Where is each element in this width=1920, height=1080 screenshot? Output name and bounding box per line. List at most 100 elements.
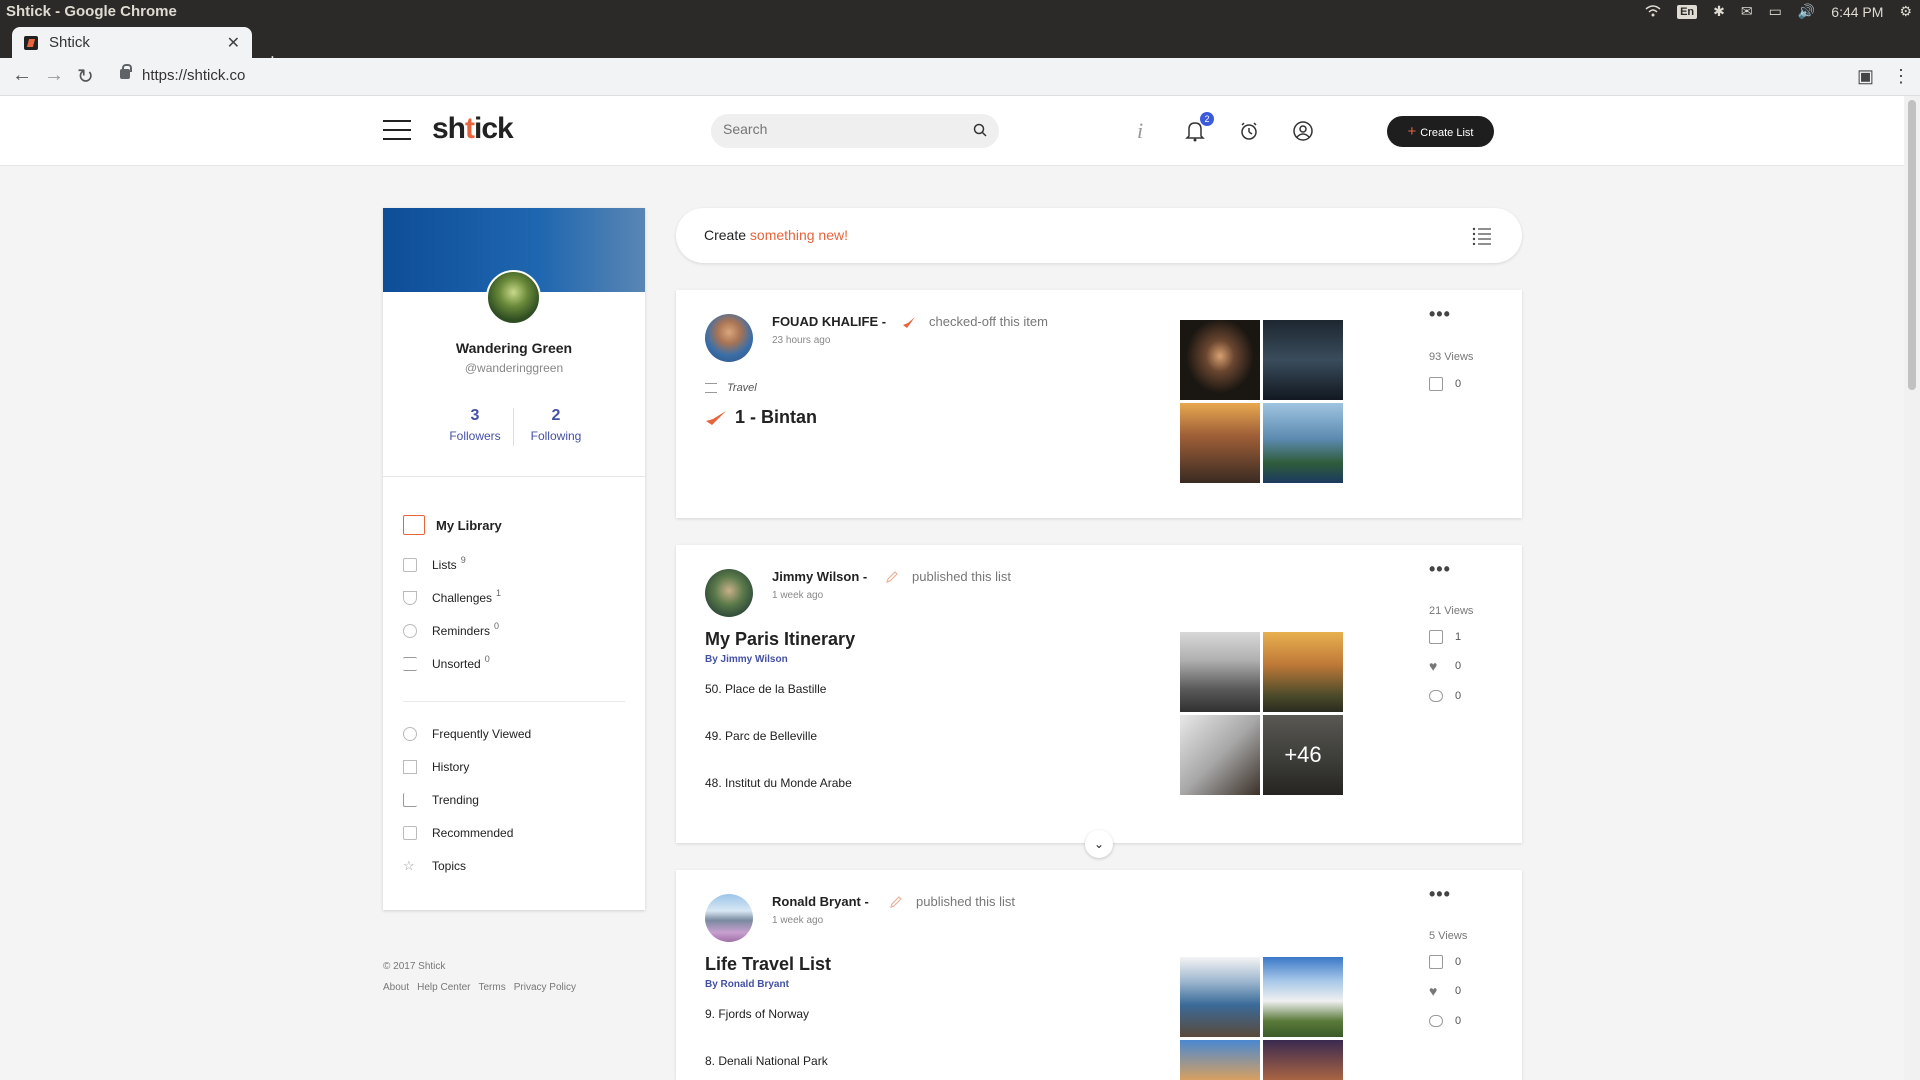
browser-menu-icon[interactable]: ⋮ [1892, 66, 1910, 87]
checked-item-title[interactable]: 1 - Bintan [705, 407, 817, 428]
likes-count[interactable]: ♥ 0 [1429, 984, 1461, 998]
sidebar-item-topics[interactable]: ☆ Topics [403, 859, 466, 874]
settings-gear-icon[interactable]: ⚙ [1899, 3, 1912, 20]
more-options-icon[interactable]: ••• [1429, 559, 1451, 580]
volume-icon[interactable]: 🔊 [1798, 3, 1815, 20]
sidebar-item-lists[interactable]: Lists 9 [403, 555, 466, 572]
close-tab-icon[interactable]: ✕ [227, 33, 240, 53]
list-title[interactable]: My Paris Itinerary [705, 629, 855, 650]
page-scrollbar[interactable] [1904, 96, 1920, 1080]
added-count[interactable]: 0 [1429, 377, 1461, 391]
shtick-logo[interactable]: shtick [432, 112, 514, 146]
sidebar-item-recommended[interactable]: Recommended [403, 826, 513, 840]
footer-link-about[interactable]: About [383, 982, 409, 993]
profile-name[interactable]: Wandering Green [383, 340, 645, 356]
lock-icon[interactable] [120, 64, 132, 79]
author-avatar[interactable] [705, 569, 753, 617]
reload-icon[interactable]: ↻ [77, 64, 94, 89]
sidebar-item-label: Unsorted [432, 657, 481, 671]
expand-chevron-button[interactable]: ⌄ [1085, 830, 1113, 858]
photo-thumb[interactable] [1180, 957, 1260, 1037]
create-prompt[interactable]: Create something new! [704, 227, 848, 243]
bluetooth-icon[interactable]: ✱ [1713, 3, 1725, 20]
photo-thumb[interactable] [1263, 632, 1343, 712]
create-list-button[interactable]: + Create List [1387, 116, 1494, 147]
photo-thumb[interactable] [1263, 403, 1343, 483]
sidebar-item-frequently-viewed[interactable]: Frequently Viewed [403, 727, 531, 741]
wifi-icon[interactable] [1645, 4, 1661, 20]
author-name[interactable]: Ronald Bryant - [772, 894, 869, 909]
followers-stat[interactable]: 3 Followers [435, 407, 515, 443]
likes-count[interactable]: ♥ 0 [1429, 659, 1461, 673]
list-item[interactable]: 49. Parc de Belleville [705, 729, 817, 743]
extension-icon[interactable]: ▣ [1857, 66, 1874, 87]
more-photos-count[interactable]: +46 [1263, 715, 1343, 795]
photo-thumb[interactable] [1263, 1040, 1343, 1080]
profile-handle: @wanderinggreen [464, 361, 564, 375]
reminders-alarm-icon[interactable] [1234, 116, 1264, 146]
info-icon[interactable]: i [1126, 116, 1156, 146]
battery-icon[interactable]: ▭ [1769, 3, 1782, 20]
photo-thumb[interactable] [1180, 1040, 1260, 1080]
footer-link-privacy[interactable]: Privacy Policy [514, 982, 576, 993]
photo-thumb[interactable] [1263, 320, 1343, 400]
photo-thumb[interactable] [1180, 715, 1260, 795]
back-arrow-icon[interactable]: ← [12, 64, 32, 87]
activity-action: published this list [912, 569, 1011, 584]
comments-count[interactable]: 0 [1429, 690, 1461, 702]
user-account-icon[interactable] [1288, 116, 1318, 146]
photo-thumb[interactable] [1180, 320, 1260, 400]
mail-icon[interactable]: ✉ [1741, 3, 1753, 20]
list-item[interactable]: 9. Fjords of Norway [705, 1007, 809, 1021]
following-stat[interactable]: 2 Following [516, 407, 596, 443]
author-name[interactable]: FOUAD KHALIFE - [772, 314, 886, 329]
list-item[interactable]: 48. Institut du Monde Arabe [705, 776, 852, 790]
sidebar-item-count: 9 [460, 555, 466, 565]
added-count[interactable]: 0 [1429, 955, 1461, 969]
search-icon[interactable] [973, 123, 987, 137]
list-title[interactable]: Life Travel List [705, 954, 831, 975]
following-count: 2 [551, 407, 561, 424]
author-avatar[interactable] [705, 894, 753, 942]
url-field[interactable]: https://shtick.co [142, 67, 245, 84]
list-item[interactable]: 8. Denali National Park [705, 1054, 828, 1068]
search-bar[interactable] [711, 114, 999, 148]
list-author-byline[interactable]: By Jimmy Wilson [705, 654, 788, 665]
sidebar-item-unsorted[interactable]: Unsorted 0 [403, 654, 490, 671]
more-options-icon[interactable]: ••• [1429, 884, 1451, 905]
forward-arrow-icon[interactable]: → [44, 64, 64, 87]
profile-avatar[interactable] [486, 270, 541, 325]
notifications-bell-icon[interactable]: 2 [1180, 112, 1214, 146]
sidebar-item-trending[interactable]: Trending [403, 793, 479, 807]
photo-thumb[interactable] [1263, 957, 1343, 1037]
hamburger-menu-icon[interactable] [383, 120, 411, 140]
search-input[interactable] [723, 121, 953, 137]
comments-count[interactable]: 0 [1429, 1015, 1461, 1027]
photo-thumb[interactable]: +46 [1263, 715, 1343, 795]
author-avatar[interactable] [705, 314, 753, 362]
notification-count-badge: 2 [1200, 112, 1214, 126]
list-item[interactable]: 50. Place de la Bastille [705, 682, 826, 696]
footer-link-terms[interactable]: Terms [479, 982, 506, 993]
sidebar-item-challenges[interactable]: Challenges 1 [403, 588, 501, 605]
photo-thumb[interactable] [1180, 632, 1260, 712]
author-name[interactable]: Jimmy Wilson - [772, 569, 867, 584]
list-author-byline[interactable]: By Ronald Bryant [705, 979, 789, 990]
clock[interactable]: 6:44 PM [1831, 4, 1883, 20]
sidebar-item-label: Recommended [432, 826, 514, 840]
added-count[interactable]: 1 [1429, 630, 1461, 644]
keyboard-layout-indicator[interactable]: En [1677, 4, 1698, 19]
footer-link-help-center[interactable]: Help Center [417, 982, 470, 993]
feed-card: Ronald Bryant - published this list 1 we… [676, 870, 1522, 1080]
topic-tag[interactable]: Travel [705, 382, 757, 394]
scrollbar-thumb[interactable] [1908, 100, 1916, 390]
more-options-icon[interactable]: ••• [1429, 304, 1451, 325]
pencil-icon [886, 571, 898, 583]
create-something-bar[interactable]: Create something new! [676, 208, 1522, 263]
my-library-link[interactable]: My Library [403, 515, 502, 535]
sidebar-item-history[interactable]: History [403, 760, 469, 774]
list-view-icon[interactable] [1472, 227, 1492, 245]
sidebar-item-reminders[interactable]: Reminders 0 [403, 621, 499, 638]
browser-tab[interactable]: Shtick ✕ [12, 27, 252, 58]
photo-thumb[interactable] [1180, 403, 1260, 483]
